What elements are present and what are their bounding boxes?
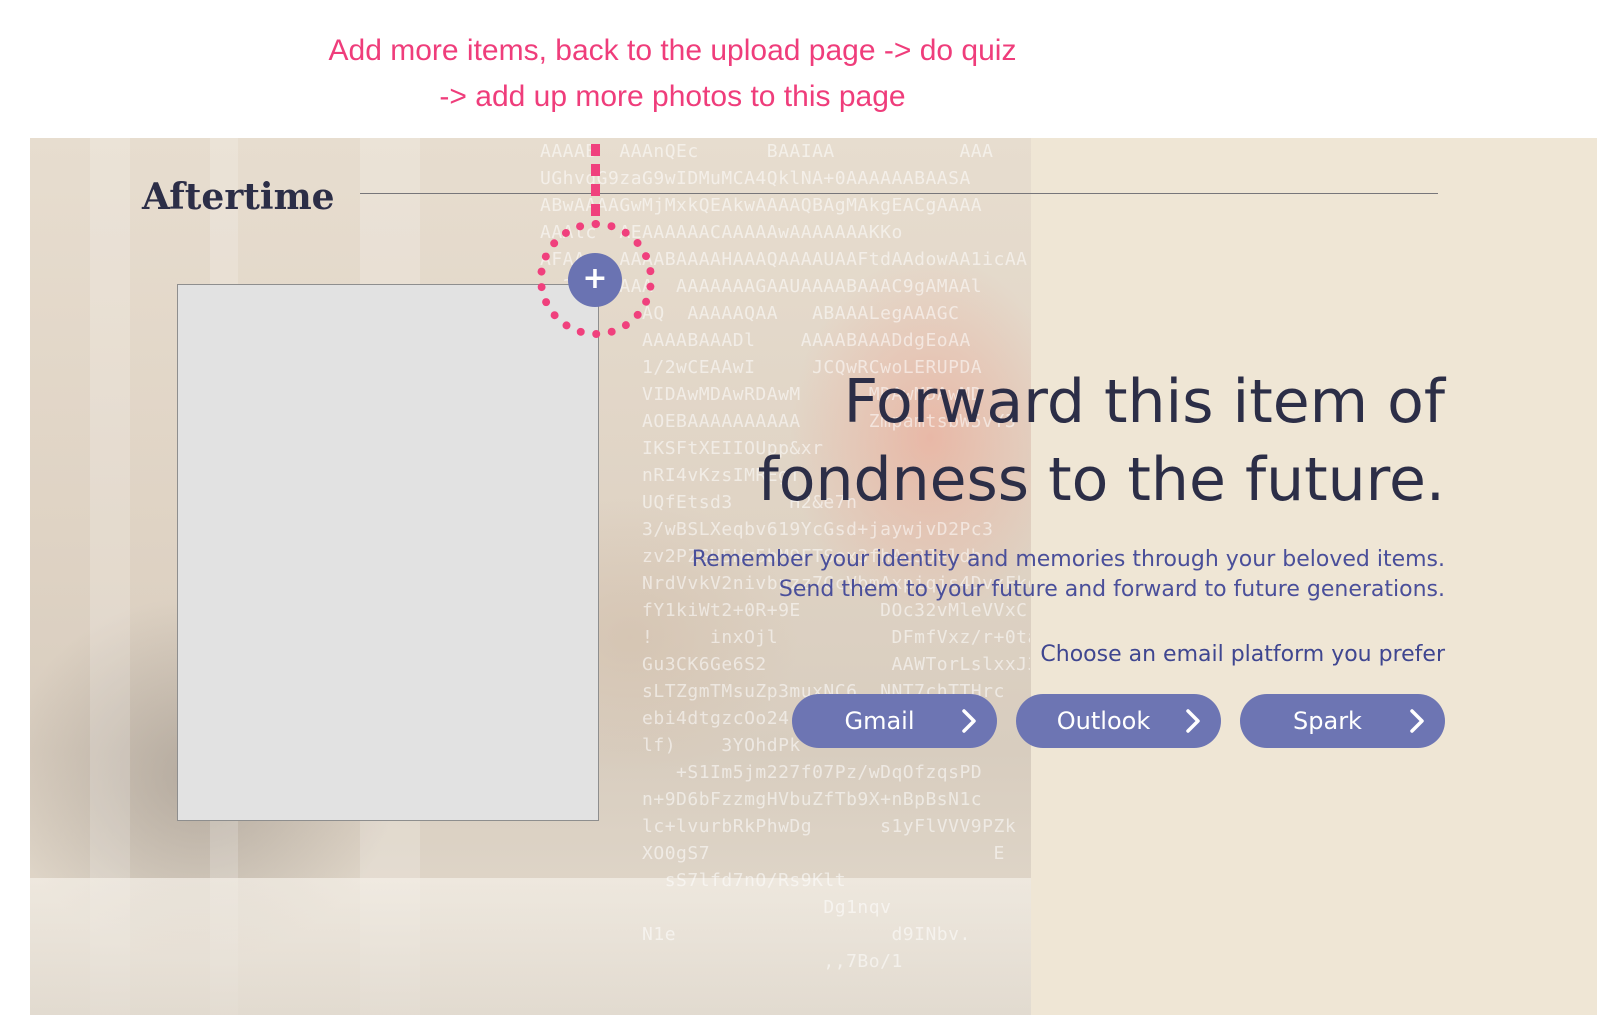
description-line-1: Remember your identity and memories thro… (691, 547, 1445, 572)
header-divider (360, 193, 1438, 194)
annotation-line-1: Add more items, back to the upload page … (328, 34, 1017, 67)
outlook-button[interactable]: Outlook (1016, 694, 1221, 748)
brand-logo[interactable]: Aftertime (142, 176, 335, 218)
headline-line-1: Forward this item of (843, 367, 1445, 437)
description-line-2: Send them to your future and forward to … (778, 577, 1445, 602)
plus-icon: + (582, 261, 608, 296)
page-frame: AAAAB AAAnQEc BAAIAA AAA UGhvdG9zaG9wIDM… (30, 138, 1597, 1015)
annotation-connector (591, 138, 600, 220)
platform-prompt: Choose an email platform you prefer (1040, 642, 1445, 667)
gmail-button[interactable]: Gmail (792, 694, 997, 748)
outlook-button-label: Outlook (1056, 707, 1151, 735)
headline-line-2: fondness to the future. (757, 445, 1445, 515)
page-headline: Forward this item of fondness to the fut… (725, 363, 1445, 519)
design-annotation: Add more items, back to the upload page … (0, 28, 1345, 120)
annotation-line-2: -> add up more photos to this page (439, 80, 906, 113)
gmail-button-label: Gmail (844, 707, 915, 735)
platform-button-group: Gmail Outlook Spark (792, 694, 1445, 748)
page-description: Remember your identity and memories thro… (645, 545, 1445, 605)
add-item-button[interactable]: + (568, 253, 622, 307)
chevron-right-icon (962, 709, 976, 733)
item-photo-placeholder[interactable] (177, 284, 599, 821)
spark-button[interactable]: Spark (1240, 694, 1445, 748)
chevron-right-icon (1186, 709, 1200, 733)
spark-button-label: Spark (1293, 707, 1362, 735)
chevron-right-icon (1410, 709, 1424, 733)
